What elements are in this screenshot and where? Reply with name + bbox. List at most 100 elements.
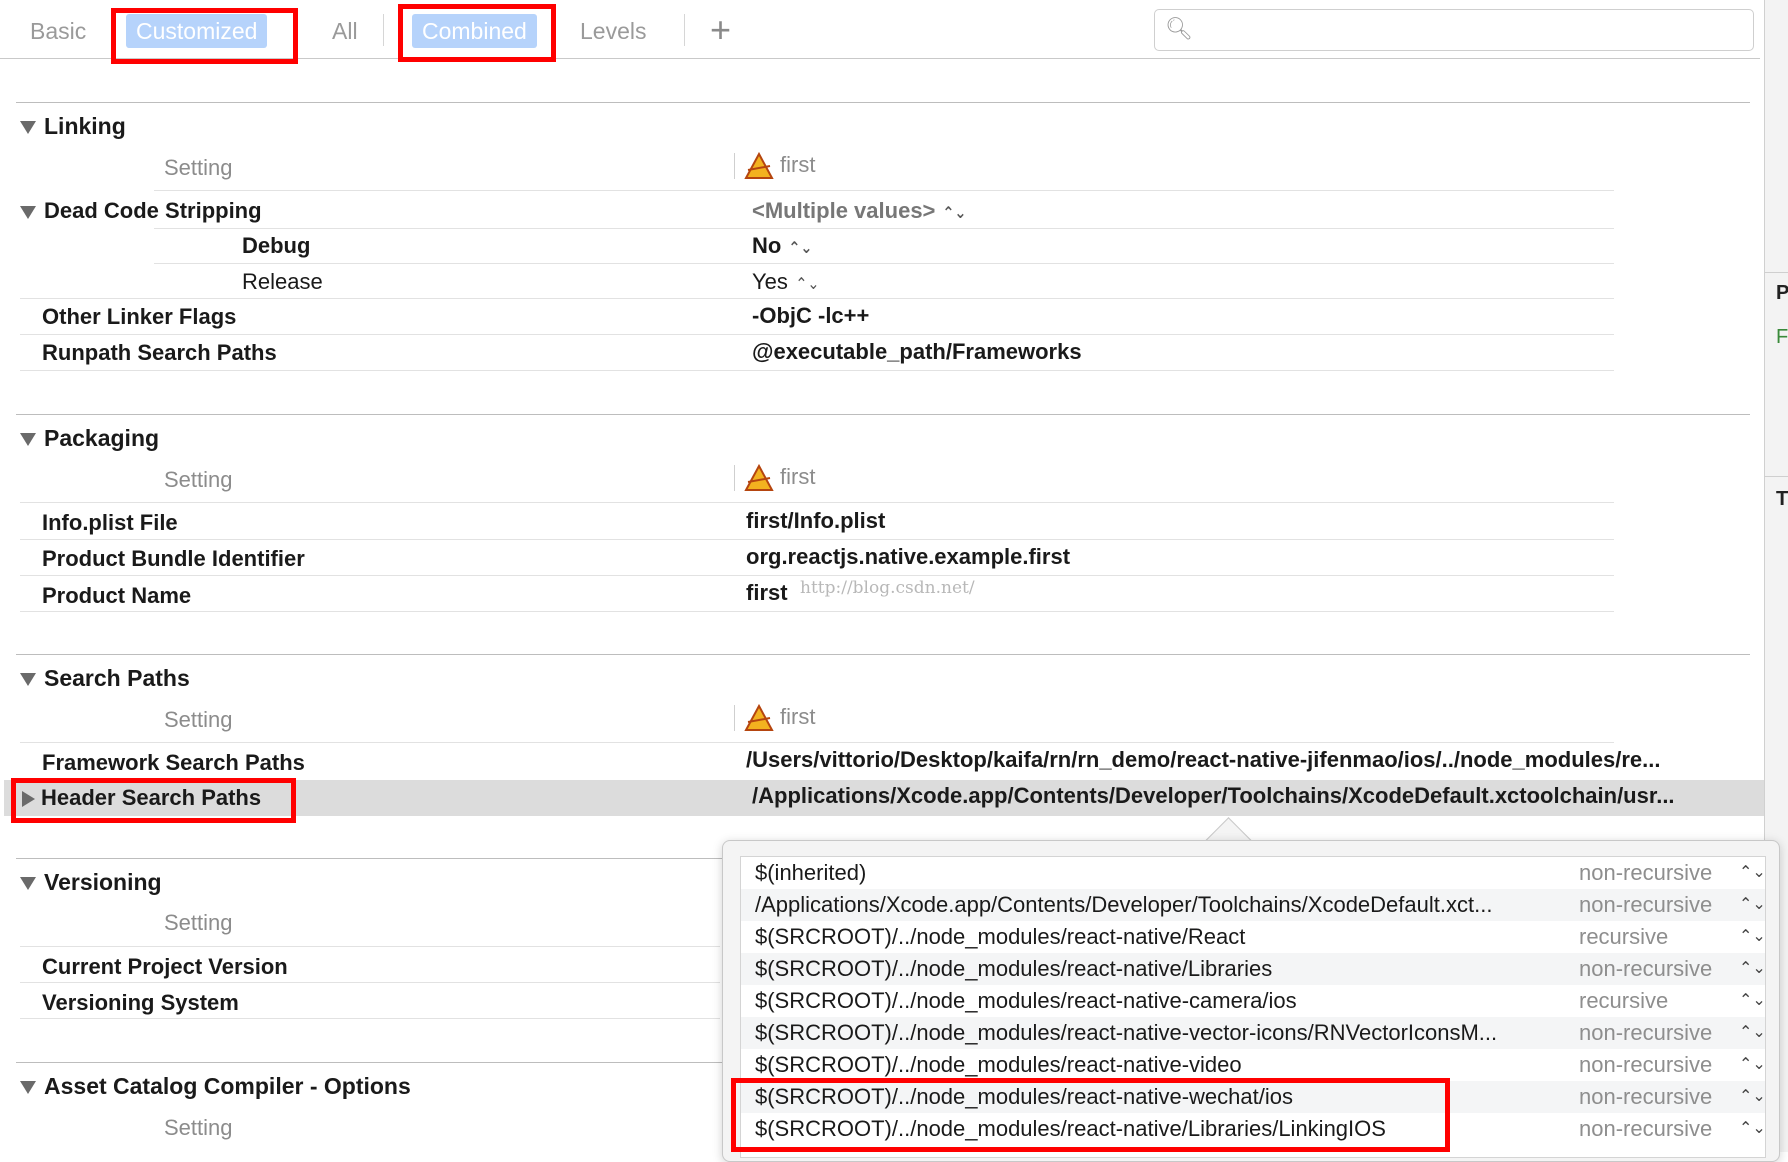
setting-value-header-paths[interactable]: /Applications/Xcode.app/Contents/Develop… xyxy=(752,783,1675,809)
value-text: Yes xyxy=(752,269,788,294)
recursion-mode[interactable]: non-recursive xyxy=(1579,1116,1712,1142)
tab-basic[interactable]: Basic xyxy=(20,14,96,48)
disclosure-triangle-icon[interactable] xyxy=(20,205,36,219)
stepper-icon[interactable]: ⌃⌄ xyxy=(1739,1118,1765,1138)
recursion-mode[interactable]: non-recursive xyxy=(1579,1020,1712,1046)
stepper-icon[interactable]: ⌃⌄ xyxy=(1739,1054,1765,1074)
section-title: Packaging xyxy=(44,425,160,451)
tab-divider xyxy=(684,14,685,46)
path-list-row[interactable]: /Applications/Xcode.app/Contents/Develop… xyxy=(741,889,1765,921)
section-divider xyxy=(16,414,1750,415)
row-divider xyxy=(154,263,1614,264)
disclosure-triangle-icon[interactable] xyxy=(20,121,36,135)
setting-value-multiple[interactable]: <Multiple values> ⌃⌄ xyxy=(752,198,968,224)
section-linking-header[interactable]: Linking xyxy=(20,113,126,140)
stepper-icon[interactable]: ⌃⌄ xyxy=(1739,1022,1765,1042)
stepper-icon[interactable]: ⌃⌄ xyxy=(1739,1086,1765,1106)
setting-value-debug[interactable]: No ⌃⌄ xyxy=(752,233,814,259)
gutter-divider xyxy=(1764,476,1788,477)
path-text[interactable]: $(SRCROOT)/../node_modules/react-native-… xyxy=(755,1052,1242,1078)
section-search-paths-header[interactable]: Search Paths xyxy=(20,665,190,692)
path-list-row[interactable]: $(inherited) non-recursive ⌃⌄ xyxy=(741,857,1765,889)
stepper-icon[interactable]: ⌃⌄ xyxy=(1739,862,1765,882)
path-text[interactable]: $(SRCROOT)/../node_modules/react-native/… xyxy=(755,924,1245,950)
path-text[interactable]: $(inherited) xyxy=(755,860,866,886)
tab-levels[interactable]: Levels xyxy=(570,14,656,48)
value-text: <Multiple values> xyxy=(752,198,936,223)
setting-value-bundle-id[interactable]: org.reactjs.native.example.first xyxy=(746,544,1070,570)
recursion-mode[interactable]: recursive xyxy=(1579,988,1668,1014)
gutter-label: F xyxy=(1776,326,1788,348)
path-list-row[interactable]: $(SRCROOT)/../node_modules/react-native/… xyxy=(741,921,1765,953)
setting-dead-code-stripping[interactable]: Dead Code Stripping xyxy=(20,198,262,224)
setting-value-framework-paths[interactable]: /Users/vittorio/Desktop/kaifa/rn/rn_demo… xyxy=(746,747,1660,773)
app-target-icon xyxy=(744,152,774,180)
row-divider xyxy=(20,575,1614,576)
recursion-mode[interactable]: non-recursive xyxy=(1579,1084,1712,1110)
section-asset-catalog-header[interactable]: Asset Catalog Compiler - Options xyxy=(20,1073,411,1100)
gutter-label: T xyxy=(1776,488,1788,510)
setting-debug[interactable]: Debug xyxy=(242,233,310,259)
setting-other-linker-flags[interactable]: Other Linker Flags xyxy=(42,304,236,330)
setting-value-info-plist[interactable]: first/Info.plist xyxy=(746,508,885,534)
tab-all[interactable]: All xyxy=(322,14,368,48)
stepper-icon[interactable]: ⌃⌄ xyxy=(1739,990,1765,1010)
setting-value-product-name[interactable]: first xyxy=(746,580,788,606)
disclosure-triangle-icon[interactable] xyxy=(20,433,36,447)
tab-divider xyxy=(383,14,384,46)
setting-value-linker-flags[interactable]: -ObjC -lc++ xyxy=(752,303,869,329)
recursion-mode[interactable]: non-recursive xyxy=(1579,1052,1712,1078)
setting-info-plist-file[interactable]: Info.plist File xyxy=(42,510,178,536)
row-divider xyxy=(20,742,1614,743)
setting-value-release[interactable]: Yes ⌃⌄ xyxy=(752,269,821,295)
setting-value-runpath[interactable]: @executable_path/Frameworks xyxy=(752,339,1082,365)
search-field[interactable]: 🔍︎ xyxy=(1154,9,1754,51)
setting-product-name[interactable]: Product Name xyxy=(42,583,191,609)
annotation-box xyxy=(398,4,556,62)
section-title: Search Paths xyxy=(44,665,190,691)
recursion-mode[interactable]: non-recursive xyxy=(1579,956,1712,982)
path-list-row[interactable]: $(SRCROOT)/../node_modules/react-native/… xyxy=(741,953,1765,985)
path-text[interactable]: $(SRCROOT)/../node_modules/react-native-… xyxy=(755,1020,1497,1046)
path-text[interactable]: $(SRCROOT)/../node_modules/react-native/… xyxy=(755,956,1272,982)
path-list-row[interactable]: $(SRCROOT)/../node_modules/react-native-… xyxy=(741,985,1765,1017)
stepper-icon[interactable]: ⌃⌄ xyxy=(1739,926,1765,946)
section-packaging-header[interactable]: Packaging xyxy=(20,425,159,452)
disclosure-triangle-icon[interactable] xyxy=(20,673,36,687)
recursion-mode[interactable]: recursive xyxy=(1579,924,1668,950)
path-text[interactable]: /Applications/Xcode.app/Contents/Develop… xyxy=(755,892,1492,918)
setting-current-project-version[interactable]: Current Project Version xyxy=(42,954,288,980)
disclosure-triangle-icon[interactable] xyxy=(20,877,36,891)
setting-label: Dead Code Stripping xyxy=(44,198,262,223)
stepper-icon[interactable]: ⌃⌄ xyxy=(943,203,967,223)
setting-framework-search-paths[interactable]: Framework Search Paths xyxy=(42,750,305,776)
path-text[interactable]: $(SRCROOT)/../node_modules/react-native-… xyxy=(755,988,1297,1014)
section-divider xyxy=(16,858,722,859)
setting-versioning-system[interactable]: Versioning System xyxy=(42,990,239,1016)
stepper-icon[interactable]: ⌃⌄ xyxy=(789,238,813,258)
target-column-header: first xyxy=(744,704,815,732)
recursion-mode[interactable]: non-recursive xyxy=(1579,892,1712,918)
setting-product-bundle-identifier[interactable]: Product Bundle Identifier xyxy=(42,546,305,572)
gutter-label: P xyxy=(1776,282,1788,304)
stepper-icon[interactable]: ⌃⌄ xyxy=(1739,958,1765,978)
path-list-row[interactable]: $(SRCROOT)/../node_modules/react-native-… xyxy=(741,1017,1765,1049)
column-divider xyxy=(734,153,735,179)
stepper-icon[interactable]: ⌃⌄ xyxy=(1739,894,1765,914)
setting-column-header: Setting xyxy=(164,1115,233,1140)
path-list-row[interactable]: $(SRCROOT)/../node_modules/react-native-… xyxy=(741,1049,1765,1081)
section-divider xyxy=(16,102,1750,103)
stepper-icon[interactable]: ⌃⌄ xyxy=(795,274,819,294)
watermark-text: http://blog.csdn.net/ xyxy=(800,578,975,598)
section-title: Asset Catalog Compiler - Options xyxy=(44,1073,411,1099)
row-divider xyxy=(20,982,720,983)
recursion-mode[interactable]: non-recursive xyxy=(1579,860,1712,886)
disclosure-triangle-icon[interactable] xyxy=(20,1081,36,1095)
section-versioning-header[interactable]: Versioning xyxy=(20,869,162,896)
row-divider xyxy=(20,539,1614,540)
add-setting-button[interactable]: + xyxy=(710,8,731,52)
section-title: Versioning xyxy=(44,869,162,895)
setting-release[interactable]: Release xyxy=(242,269,323,295)
setting-runpath-search-paths[interactable]: Runpath Search Paths xyxy=(42,340,277,366)
column-divider xyxy=(734,705,735,731)
